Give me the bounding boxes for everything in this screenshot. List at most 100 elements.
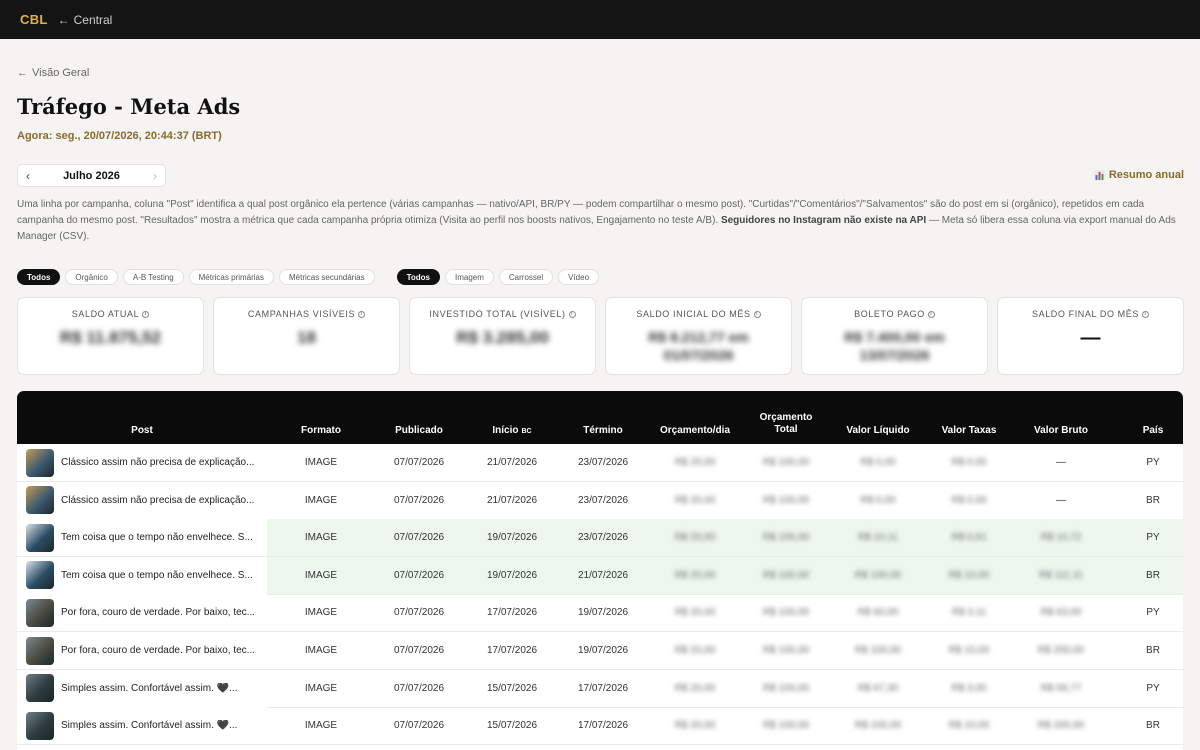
filter-type-metricas-secundarias[interactable]: Métricas secundárias (278, 269, 375, 285)
cell-orc_total: R$ 100,00 (762, 457, 810, 468)
table-row[interactable]: Tem coisa que o tempo não envelhece. S..… (17, 519, 1183, 558)
col-orcamento-dia[interactable]: Orçamento/dia (650, 425, 740, 437)
cell-termino: 23/07/2026 (577, 457, 629, 468)
top-bar: CBL ← Central (0, 0, 1200, 39)
cell-orc_total: R$ 100,00 (762, 494, 810, 506)
post-thumbnail[interactable] (26, 674, 54, 703)
annual-summary-link[interactable]: Resumo anual (1093, 169, 1184, 181)
cell-pais: PY (1146, 532, 1160, 544)
post-thumbnail[interactable] (26, 598, 54, 627)
post-cell[interactable]: Simples assim. Confortável assim. 🖤... (17, 707, 267, 745)
cell-publicado: 07/07/2026 (393, 720, 445, 732)
col-valor-bruto[interactable]: Valor Bruto (1016, 425, 1106, 437)
post-cell[interactable]: Tem coisa que o tempo não envelhece. S..… (17, 519, 267, 557)
table-row[interactable]: Tem coisa que o tempo não envelhece. S..… (17, 556, 1183, 595)
post-thumbnail[interactable] (26, 711, 54, 740)
cell-termino: 17/07/2026 (577, 682, 629, 694)
col-orcamento-total[interactable]: Orçamento Total (741, 412, 831, 436)
cell-inicio: 15/07/2026 (486, 682, 538, 694)
bar-chart-icon (1093, 169, 1105, 181)
post-caption: Tem coisa que o tempo não envelhece. S..… (61, 569, 253, 581)
cell-orc_dia: R$ 20,00 (674, 494, 716, 506)
col-valor-liquido[interactable]: Valor Líquido (833, 425, 923, 437)
card-investido-total: Investido total (visível) i R$ 3.285,00 (409, 297, 596, 375)
next-month-button[interactable]: › (153, 169, 157, 183)
cell-publicado: 07/07/2026 (393, 457, 445, 468)
filter-type-todos[interactable]: Todos (17, 269, 61, 285)
col-post[interactable]: Post (17, 425, 267, 437)
table-row[interactable]: Por fora, couro de verdade. Por baixo, t… (17, 632, 1183, 670)
table-row[interactable]: Por fora, couro de verdade. Por baixo, t… (17, 594, 1183, 633)
cell-liquido: R$ 100,00 (854, 720, 902, 732)
filter-format-imagem[interactable]: Imagem (444, 269, 494, 285)
cell-taxas: R$ 0,61 (951, 532, 987, 544)
col-publicado[interactable]: Publicado (374, 425, 464, 437)
info-icon[interactable]: i (1142, 310, 1149, 318)
cell-formato: IMAGE (304, 532, 338, 544)
post-cell[interactable]: Por fora, couro de verdade. Por baixo, t… (17, 594, 267, 632)
table-row[interactable]: Clássico assim não precisa de explicação… (17, 444, 1183, 482)
filter-format-video[interactable]: Vídeo (558, 269, 600, 285)
cell-bruto: R$ 200,00 (1037, 720, 1085, 732)
summary-cards: Saldo atual i R$ 11.875,52 Campanhas visí… (17, 297, 1184, 375)
info-icon[interactable]: i (753, 310, 761, 318)
cell-liquido: R$ 67,30 (857, 682, 899, 694)
info-icon[interactable]: i (358, 310, 366, 318)
brand-logo[interactable]: CBL (20, 12, 48, 27)
post-thumbnail[interactable] (26, 636, 54, 665)
col-pais[interactable]: País (1123, 425, 1183, 437)
filter-format-carrossel[interactable]: Carrossel (498, 269, 554, 285)
info-icon[interactable]: i (568, 310, 576, 318)
post-caption: Clássico assim não precisa de explicação… (61, 457, 255, 468)
post-cell[interactable]: Clássico assim não precisa de explicação… (17, 481, 267, 519)
back-link-label: Visão Geral (32, 67, 90, 79)
post-thumbnail[interactable] (26, 523, 54, 552)
cell-inicio: 19/07/2026 (486, 532, 538, 544)
cell-orc_total: R$ 100,00 (762, 645, 810, 656)
post-caption: Por fora, couro de verdade. Por baixo, t… (61, 607, 255, 619)
post-cell[interactable]: Tem coisa que o tempo não envelhece. S..… (17, 556, 267, 594)
cell-orc_dia: R$ 20,00 (674, 532, 716, 544)
cell-formato: IMAGE (304, 457, 338, 468)
table-row[interactable]: Clássico assim não precisa de explicação… (17, 481, 1183, 520)
card-value-date: 13/07/2026 (859, 347, 930, 363)
cell-orc_total: R$ 100,00 (762, 682, 810, 694)
col-formato[interactable]: Formato (281, 425, 361, 437)
cell-pais: BR (1146, 569, 1160, 581)
col-termino[interactable]: Término (558, 425, 648, 437)
post-thumbnail[interactable] (26, 448, 54, 477)
card-value: R$ 8.212,77 em (648, 329, 749, 345)
back-to-overview-link[interactable]: ← Visão Geral (17, 67, 89, 79)
table-row[interactable]: Simples assim. Confortável assim. 🖤... IM… (17, 669, 1183, 708)
filter-type-organico[interactable]: Orgânico (65, 269, 118, 285)
cell-formato: IMAGE (304, 494, 338, 506)
cell-orc_total: R$ 100,00 (762, 607, 810, 619)
post-thumbnail[interactable] (26, 486, 54, 515)
filter-format-todos[interactable]: Todos (396, 269, 440, 285)
col-valor-taxas[interactable]: Valor Taxas (924, 425, 1014, 437)
central-link[interactable]: ← Central (58, 13, 113, 27)
filter-type-ab-testing[interactable]: A-B Testing (122, 269, 184, 285)
table-row[interactable]: Simples assim. Confortável assim. 🖤... IM… (17, 707, 1183, 746)
post-thumbnail[interactable] (26, 561, 54, 590)
card-value: R$ 3.285,00 (456, 328, 549, 347)
cell-termino: 17/07/2026 (577, 720, 629, 732)
filter-type-metricas-primarias[interactable]: Métricas primárias (188, 269, 274, 285)
cell-taxas: R$ 10,00 (948, 720, 990, 732)
cell-taxas: R$ 10,00 (948, 569, 990, 581)
post-cell[interactable]: Clássico assim não precisa de explicação… (17, 444, 267, 481)
card-value: — (1080, 327, 1101, 349)
post-cell[interactable]: Por fora, couro de verdade. Por baixo, t… (17, 632, 267, 669)
info-icon[interactable]: i (927, 310, 935, 318)
cell-orc_dia: R$ 20,00 (674, 682, 716, 694)
info-icon[interactable]: i (142, 310, 150, 318)
post-cell[interactable]: Simples assim. Confortável assim. 🖤... (17, 669, 267, 707)
col-inicio[interactable]: Início BC (467, 425, 557, 438)
cell-publicado: 07/07/2026 (393, 494, 445, 506)
card-value: 18 (297, 328, 316, 347)
cell-publicado: 07/07/2026 (393, 682, 445, 694)
cell-liquido: R$ 10,11 (858, 532, 898, 544)
post-caption: Simples assim. Confortável assim. 🖤... (61, 720, 238, 732)
prev-month-button[interactable]: ‹ (26, 169, 30, 183)
cell-bruto: R$ 111,11 (1039, 569, 1083, 581)
